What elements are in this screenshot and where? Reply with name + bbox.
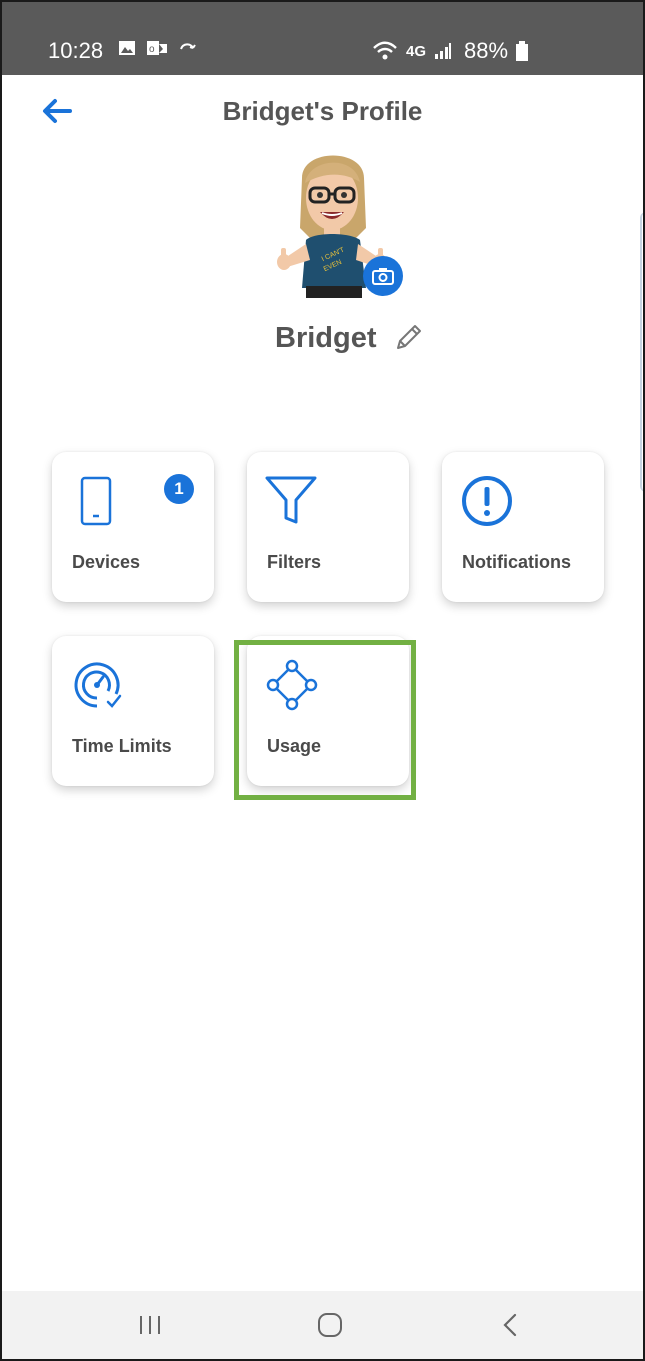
back-button[interactable]: [40, 96, 76, 126]
notifications-label: Notifications: [462, 552, 572, 572]
filters-tile[interactable]: Filters: [247, 452, 409, 602]
sync-icon: [180, 43, 196, 50]
battery-level: 88%: [464, 38, 509, 63]
change-photo-button[interactable]: [363, 256, 403, 296]
usage-tile[interactable]: Usage: [247, 636, 409, 786]
home-icon: [318, 1313, 342, 1337]
notifications-tile[interactable]: Notifications: [442, 452, 604, 602]
camera-icon: [372, 268, 394, 285]
time-limits-label: Time Limits: [72, 736, 172, 756]
nav-back-button[interactable]: [490, 1309, 530, 1341]
outlook-icon: o: [147, 41, 167, 55]
notification-icons: o: [118, 40, 198, 56]
time-limits-tile[interactable]: Time Limits: [52, 636, 214, 786]
alert-circle-icon: [462, 476, 512, 526]
status-time: 10:28: [48, 38, 104, 63]
side-panel-handle[interactable]: [640, 212, 643, 492]
profile-name: Bridget: [275, 322, 377, 354]
gallery-icon: [119, 41, 135, 55]
recents-button[interactable]: [130, 1309, 170, 1341]
signal-icon: [435, 43, 452, 59]
phone-icon: [80, 476, 112, 526]
filter-icon: [265, 476, 317, 524]
usage-icon: [266, 659, 318, 711]
arrow-left-icon: [43, 99, 72, 123]
pencil-icon: [397, 325, 421, 349]
usage-label: Usage: [267, 736, 322, 756]
home-button[interactable]: [310, 1309, 350, 1341]
system-status: 4G 88%: [372, 38, 529, 64]
system-navigation-bar: [2, 1291, 643, 1359]
page-title: Bridget's Profile: [222, 96, 423, 126]
devices-count-badge: 1: [164, 474, 194, 504]
devices-tile[interactable]: 1 Devices: [52, 452, 214, 602]
app-screen: 10:28 o 4G 88% Bridget's Profile I CAN'T…: [0, 0, 645, 1361]
status-bar: 10:28 o 4G 88%: [2, 2, 643, 75]
filters-label: Filters: [267, 552, 322, 572]
network-type: 4G: [406, 42, 427, 60]
battery-icon: [516, 41, 529, 61]
recents-icon: [140, 1316, 160, 1334]
edit-name-button[interactable]: [392, 322, 424, 354]
speedometer-icon: [74, 662, 122, 708]
back-chevron-icon: [503, 1313, 517, 1337]
svg-text:o: o: [149, 44, 155, 55]
devices-label: Devices: [72, 552, 141, 572]
wifi-icon: [373, 41, 397, 60]
